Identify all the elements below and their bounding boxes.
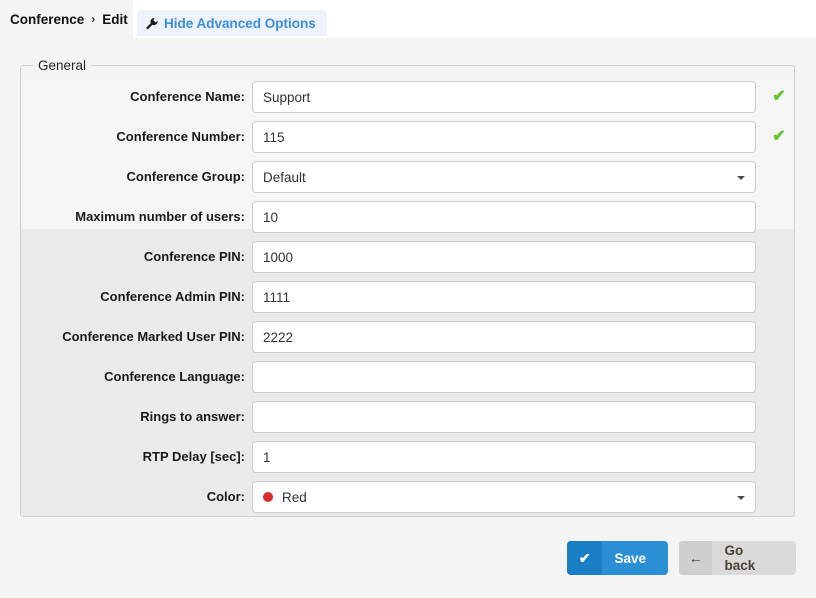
field-input[interactable]: 115 [252, 121, 756, 153]
field-label: Maximum number of users: [75, 209, 245, 224]
valid-check-icon: ✔ [772, 88, 786, 105]
form-footer: ✔ Save ← Go back [0, 517, 816, 598]
field-value: Default [263, 169, 306, 185]
field-label: Conference Admin PIN: [100, 289, 245, 304]
field-label: Conference PIN: [143, 249, 245, 264]
form-row: Conference PIN: 1000 [20, 241, 796, 273]
field-label: Conference Marked User PIN: [62, 329, 245, 344]
check-icon: ✔ [567, 541, 603, 575]
form-row: Conference Marked User PIN: 2222 [20, 321, 796, 353]
form-row: Conference Group: Default [20, 161, 796, 193]
field-select[interactable]: Red [252, 481, 756, 513]
field-value: Red [282, 489, 307, 505]
top-bar: Conference › Edit Hide Advanced Options [0, 0, 816, 41]
form-row: RTP Delay [sec]: 1 [20, 441, 796, 473]
wrench-icon [146, 17, 158, 30]
field-input[interactable]: 1000 [252, 241, 756, 273]
field-input[interactable]: 1 [252, 441, 756, 473]
form-row: Conference Admin PIN: 1111 [20, 281, 796, 313]
field-value: Support [263, 89, 311, 105]
save-button-label: Save [614, 550, 646, 566]
breadcrumb-separator-icon: › [91, 12, 96, 26]
field-label: Color: [206, 489, 245, 504]
field-label: Conference Name: [130, 89, 245, 104]
field-value: 115 [263, 129, 285, 145]
valid-check-icon: ✔ [772, 128, 786, 145]
go-back-button-label: Go back [724, 543, 756, 573]
form-row: Rings to answer: [20, 401, 796, 433]
field-input[interactable]: 10 [252, 201, 756, 233]
general-legend: General [38, 58, 87, 73]
field-value: 1111 [263, 289, 291, 305]
field-input[interactable] [252, 361, 756, 393]
page-body: General Conference Name: Support ✔ Conferen… [0, 41, 816, 598]
field-label: Conference Group: [126, 169, 245, 184]
field-value: 2222 [263, 329, 294, 345]
breadcrumb: Conference › Edit [10, 0, 128, 38]
field-value: 1000 [263, 249, 294, 265]
field-input[interactable]: 1111 [252, 281, 756, 313]
color-swatch-icon [263, 492, 273, 502]
field-select[interactable]: Default [252, 161, 756, 193]
form-row: Conference Number: 115 ✔ [20, 121, 796, 153]
field-label: RTP Delay [sec]: [142, 449, 245, 464]
save-button[interactable]: ✔ Save [567, 541, 668, 575]
field-input[interactable]: 2222 [252, 321, 756, 353]
form-row: Conference Language: [20, 361, 796, 393]
chevron-down-icon [737, 496, 745, 500]
field-label: Rings to answer: [140, 409, 245, 424]
go-back-button[interactable]: ← Go back [679, 541, 796, 575]
hide-advanced-options-label: Hide Advanced Options [164, 15, 316, 31]
hide-advanced-options-tab[interactable]: Hide Advanced Options [137, 10, 327, 36]
field-value: 1 [263, 449, 271, 465]
form-row: Maximum number of users: 10 [20, 201, 796, 233]
field-input[interactable] [252, 401, 756, 433]
chevron-down-icon [737, 176, 745, 180]
form-row: Color: Red [20, 481, 796, 513]
field-label: Conference Language: [104, 369, 245, 384]
breadcrumb-item-edit[interactable]: Edit [102, 12, 128, 27]
form-row: Conference Name: Support ✔ [20, 81, 796, 113]
field-input[interactable]: Support [252, 81, 756, 113]
breadcrumb-item-conference[interactable]: Conference [10, 12, 84, 27]
field-label: Conference Number: [116, 129, 245, 144]
arrow-left-icon: ← [679, 541, 713, 575]
field-value: 10 [263, 209, 279, 225]
